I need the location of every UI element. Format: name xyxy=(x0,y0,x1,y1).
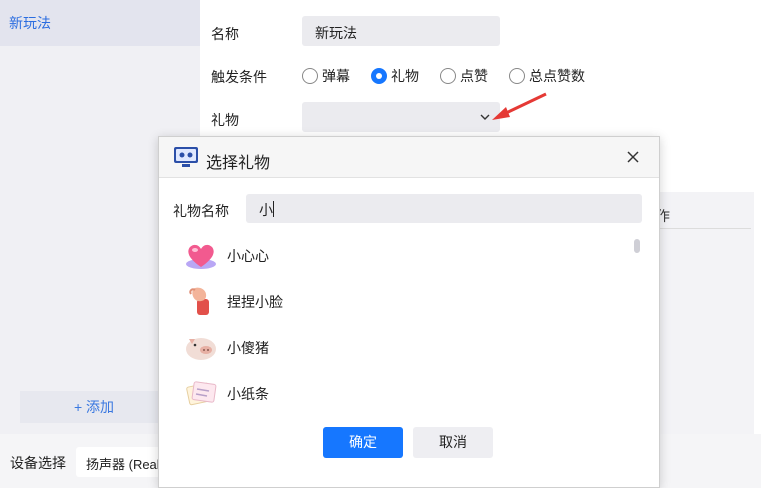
pig-gift-icon xyxy=(186,338,216,360)
trigger-label: 触发条件 xyxy=(211,69,267,85)
name-input[interactable]: 新玩法 xyxy=(302,16,500,46)
radio-circle-checked xyxy=(371,68,387,84)
gift-search-input[interactable]: 小 xyxy=(246,194,642,223)
radio-label: 总点赞数 xyxy=(529,68,585,84)
gift-name-label: 礼物名称 xyxy=(173,203,229,219)
name-label: 名称 xyxy=(211,26,239,42)
gift-name: 小傻猪 xyxy=(227,340,269,356)
radio-circle xyxy=(509,68,525,84)
radio-circle xyxy=(302,68,318,84)
device-select-value: 扬声器 (Realt xyxy=(86,457,164,472)
confirm-button[interactable]: 确定 xyxy=(323,427,403,458)
dialog-title: 选择礼物 xyxy=(206,155,271,172)
heart-gift-icon xyxy=(186,244,216,269)
radio-circle xyxy=(440,68,456,84)
gift-select[interactable] xyxy=(302,102,500,132)
gift-label: 礼物 xyxy=(211,112,239,128)
gift-name: 小心心 xyxy=(227,248,269,264)
radio-label: 弹幕 xyxy=(322,68,350,84)
gift-name: 捏捏小脸 xyxy=(227,294,283,310)
annotation-arrow-icon xyxy=(492,92,547,120)
dialog-header: 选择礼物 xyxy=(159,137,659,178)
sidebar-item-new-play[interactable]: 新玩法 xyxy=(0,0,200,46)
cancel-button[interactable]: 取消 xyxy=(413,427,493,458)
radio-label: 礼物 xyxy=(391,68,419,84)
gift-name: 小纸条 xyxy=(227,386,269,402)
close-icon[interactable] xyxy=(625,149,641,165)
gift-search-value: 小 xyxy=(259,202,273,218)
app-logo-icon xyxy=(174,147,198,167)
table-divider xyxy=(656,228,751,229)
list-scrollbar[interactable] xyxy=(634,239,640,253)
text-caret xyxy=(273,201,274,217)
select-gift-dialog: 选择礼物 礼物名称 小 小心心 捏捏小脸 小傻猪 小纸条 确定 取消 xyxy=(158,136,660,488)
add-button[interactable]: + 添加 xyxy=(20,391,168,423)
gift-list-item[interactable]: 捏捏小脸 xyxy=(183,283,483,323)
radio-label: 点赞 xyxy=(460,68,488,84)
gift-list-item[interactable]: 小傻猪 xyxy=(183,329,483,369)
gift-list-item[interactable]: 小纸条 xyxy=(183,375,483,415)
gift-list-item[interactable]: 小心心 xyxy=(183,237,483,277)
name-input-value: 新玩法 xyxy=(315,25,357,41)
note-gift-icon xyxy=(186,381,217,406)
chevron-down-icon xyxy=(480,114,490,120)
pinch-hand-gift-icon xyxy=(189,287,209,315)
device-label: 设备选择 xyxy=(10,455,66,471)
